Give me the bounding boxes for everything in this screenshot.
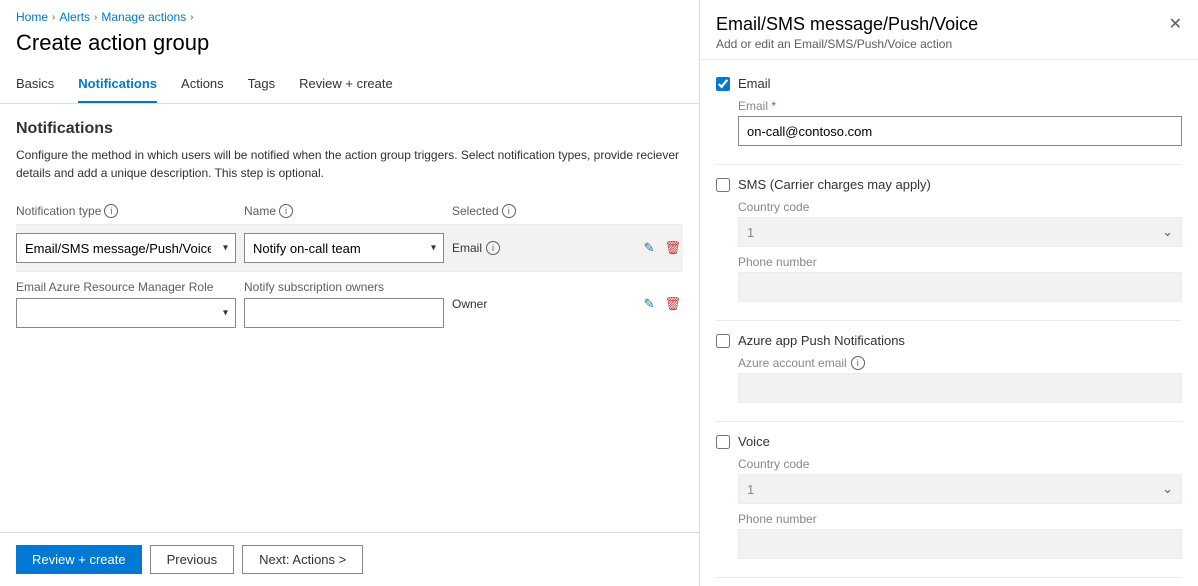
push-section: Azure app Push Notifications Azure accou… xyxy=(716,333,1182,403)
page-title: Create action group xyxy=(0,30,699,68)
email-checkbox[interactable] xyxy=(716,77,730,91)
delete-row2-button[interactable]: 🗑 xyxy=(662,296,683,312)
panel-title: Email/SMS message/Push/Voice xyxy=(716,14,978,35)
selected-value-2: Owner xyxy=(452,297,487,311)
dropdown-arrow-voice: ⌄ xyxy=(1162,481,1173,497)
push-checkbox[interactable] xyxy=(716,334,730,348)
email-section: Email Email xyxy=(716,76,1182,146)
right-panel: Email/SMS message/Push/Voice Add or edit… xyxy=(700,0,1198,586)
footer: Review + create Previous Next: Actions > xyxy=(0,532,699,586)
breadcrumb-alerts[interactable]: Alerts xyxy=(59,10,90,24)
voice-country-group: Country code 1 ⌄ xyxy=(738,457,1182,504)
info-icon-email-selected[interactable]: i xyxy=(486,241,500,255)
tab-actions[interactable]: Actions xyxy=(181,68,224,103)
sms-phone-group: Phone number xyxy=(738,255,1182,302)
info-icon-type[interactable]: i xyxy=(104,204,118,218)
edit-row2-button[interactable]: ✎ xyxy=(642,296,657,312)
voice-label: Voice xyxy=(738,434,770,449)
chevron-icon-3: › xyxy=(190,12,193,23)
header-name: Name i xyxy=(244,204,444,218)
header-selected: Selected i xyxy=(452,204,683,218)
sms-phone-field[interactable] xyxy=(738,272,1182,302)
row2-name-area: Notify subscription owners xyxy=(244,280,444,328)
sms-checkbox-row: SMS (Carrier charges may apply) xyxy=(716,177,1182,192)
name-select-wrapper: Notify on-call team xyxy=(244,233,444,263)
push-account-field[interactable] xyxy=(738,373,1182,403)
sms-checkbox[interactable] xyxy=(716,178,730,192)
email-checkbox-row: Email xyxy=(716,76,1182,91)
push-checkbox-row: Azure app Push Notifications xyxy=(716,333,1182,348)
selected-value-1: Email i xyxy=(452,241,500,255)
notification-type-select[interactable]: Email/SMS message/Push/Voice xyxy=(16,233,236,263)
voice-phone-label: Phone number xyxy=(738,512,1182,526)
row2-action-buttons: ✎ 🗑 xyxy=(642,296,683,312)
divider-2 xyxy=(716,320,1182,321)
sms-country-group: Country code 1 ⌄ xyxy=(738,200,1182,247)
push-account-group: Azure account email i xyxy=(738,356,1182,403)
sms-label: SMS (Carrier charges may apply) xyxy=(738,177,931,192)
panel-title-area: Email/SMS message/Push/Voice Add or edit… xyxy=(716,14,978,51)
header-notification-type: Notification type i xyxy=(16,204,236,218)
tabs-container: Basics Notifications Actions Tags Review… xyxy=(0,68,699,104)
sms-country-label: Country code xyxy=(738,200,1182,214)
delete-row1-button[interactable]: 🗑 xyxy=(662,240,683,256)
info-icon-selected[interactable]: i xyxy=(502,204,516,218)
next-button[interactable]: Next: Actions > xyxy=(242,545,363,574)
selected-cell-1: Email i ✎ 🗑 xyxy=(452,240,683,256)
tab-tags[interactable]: Tags xyxy=(248,68,275,103)
breadcrumb-manage-actions[interactable]: Manage actions xyxy=(101,10,186,24)
selected-cell-2: Owner ✎ 🗑 xyxy=(452,296,683,312)
push-account-label: Azure account email i xyxy=(738,356,1182,370)
sms-phone-label: Phone number xyxy=(738,255,1182,269)
review-create-button[interactable]: Review + create xyxy=(16,545,142,574)
row1-action-buttons: ✎ 🗑 xyxy=(642,240,683,256)
panel-subtitle: Add or edit an Email/SMS/Push/Voice acti… xyxy=(716,37,978,51)
close-panel-button[interactable]: ✕ xyxy=(1169,14,1182,34)
push-label: Azure app Push Notifications xyxy=(738,333,905,348)
notification-type-select-wrapper: Email/SMS message/Push/Voice xyxy=(16,233,236,263)
voice-country-label: Country code xyxy=(738,457,1182,471)
email-field-label: Email xyxy=(738,99,1182,113)
section-desc: Configure the method in which users will… xyxy=(16,146,683,182)
row2-type-label: Email Azure Resource Manager Role xyxy=(16,280,236,328)
table-headers: Notification type i Name i Selected i xyxy=(16,198,683,225)
sms-country-dropdown[interactable]: 1 ⌄ xyxy=(738,217,1182,247)
name-select[interactable]: Notify on-call team xyxy=(244,233,444,263)
table-row-2: Email Azure Resource Manager Role Notify… xyxy=(16,272,683,336)
email-field-group: Email xyxy=(738,99,1182,146)
row2-type-select-wrapper xyxy=(16,298,236,328)
tab-review-create[interactable]: Review + create xyxy=(299,68,393,103)
panel-header: Email/SMS message/Push/Voice Add or edit… xyxy=(700,0,1198,60)
voice-checkbox[interactable] xyxy=(716,435,730,449)
voice-phone-group: Phone number xyxy=(738,512,1182,559)
voice-section: Voice Country code 1 ⌄ Phone number xyxy=(716,434,1182,559)
breadcrumb-home[interactable]: Home xyxy=(16,10,48,24)
tab-notifications[interactable]: Notifications xyxy=(78,68,157,103)
previous-button[interactable]: Previous xyxy=(150,545,235,574)
chevron-icon-2: › xyxy=(94,12,97,23)
row2-name-input[interactable] xyxy=(244,298,444,328)
row2-type-select[interactable] xyxy=(16,298,236,328)
tab-basics[interactable]: Basics xyxy=(16,68,54,103)
info-icon-push[interactable]: i xyxy=(851,356,865,370)
panel-body: Email Email SMS (Carrier charges may app… xyxy=(700,60,1198,586)
email-input[interactable] xyxy=(738,116,1182,146)
voice-checkbox-row: Voice xyxy=(716,434,1182,449)
edit-row1-button[interactable]: ✎ xyxy=(642,240,657,256)
email-label: Email xyxy=(738,76,771,91)
left-panel: Home › Alerts › Manage actions › Create … xyxy=(0,0,700,586)
sms-section: SMS (Carrier charges may apply) Country … xyxy=(716,177,1182,302)
table-row: Email/SMS message/Push/Voice Notify on-c… xyxy=(16,225,683,272)
main-content: Notifications Configure the method in wh… xyxy=(0,104,699,532)
dropdown-arrow-sms: ⌄ xyxy=(1162,224,1173,240)
voice-country-dropdown[interactable]: 1 ⌄ xyxy=(738,474,1182,504)
section-title: Notifications xyxy=(16,120,683,138)
info-icon-name[interactable]: i xyxy=(279,204,293,218)
breadcrumb: Home › Alerts › Manage actions › xyxy=(0,0,699,30)
divider-4 xyxy=(716,577,1182,578)
chevron-icon-1: › xyxy=(52,12,55,23)
divider-1 xyxy=(716,164,1182,165)
divider-3 xyxy=(716,421,1182,422)
voice-phone-field[interactable] xyxy=(738,529,1182,559)
